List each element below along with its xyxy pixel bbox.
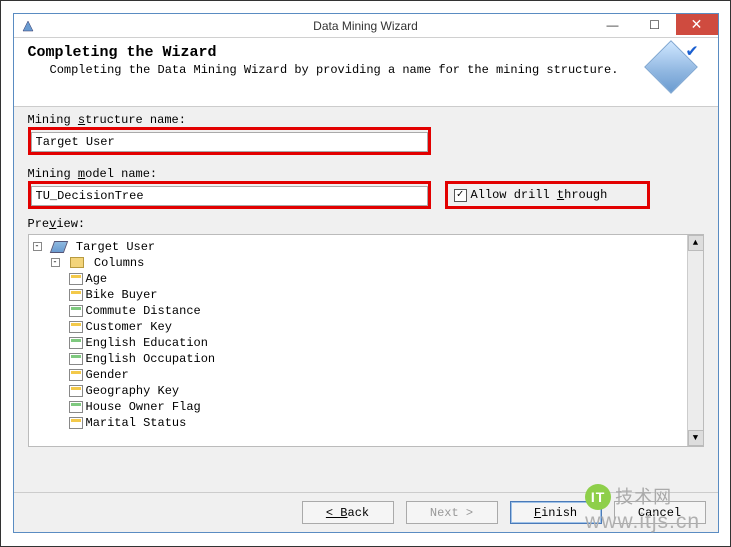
tree-column-item[interactable]: Gender (69, 367, 701, 383)
collapse-icon[interactable]: - (33, 242, 42, 251)
titlebar: Data Mining Wizard — ☐ ✕ (14, 14, 718, 38)
tree-column-item[interactable]: English Education (69, 335, 701, 351)
structure-name-label: Mining structure name: (28, 113, 704, 127)
column-icon (69, 305, 83, 317)
minimize-button[interactable]: — (592, 14, 634, 35)
preview-label: Preview: (28, 217, 704, 231)
tree-column-item[interactable]: Geography Key (69, 383, 701, 399)
wizard-window: Data Mining Wizard — ☐ ✕ Completing the … (13, 13, 719, 533)
tree-column-item[interactable]: English Occupation (69, 351, 701, 367)
model-name-input[interactable] (31, 186, 428, 206)
allow-drill-checkbox[interactable]: ✓ (454, 189, 467, 202)
vertical-scrollbar[interactable]: ▲ ▼ (687, 235, 703, 446)
model-name-highlight (28, 181, 431, 209)
tree-column-item[interactable]: Marital Status (69, 415, 701, 431)
maximize-button[interactable]: ☐ (634, 14, 676, 35)
columns-node-label: Columns (94, 256, 144, 270)
tree-column-item[interactable]: Bike Buyer (69, 287, 701, 303)
allow-drill-highlight: ✓ Allow drill through (445, 181, 651, 209)
next-button: Next > (406, 501, 498, 524)
checkmark-icon: ✔ (687, 40, 698, 62)
tree-column-item[interactable]: Age (69, 271, 701, 287)
content-area: Mining structure name: Mining model name… (14, 107, 718, 492)
finish-button[interactable]: Finish (510, 501, 602, 524)
window-title: Data Mining Wizard (313, 19, 418, 33)
column-label: Commute Distance (86, 304, 201, 318)
wizard-header: Completing the Wizard Completing the Dat… (14, 38, 718, 107)
column-label: Age (86, 272, 108, 286)
column-icon (69, 401, 83, 413)
column-icon (69, 337, 83, 349)
column-icon (69, 385, 83, 397)
column-icon (69, 353, 83, 365)
pickaxe-icon (50, 241, 68, 253)
column-icon (69, 417, 83, 429)
close-button[interactable]: ✕ (676, 14, 718, 35)
back-button[interactable]: < Back (302, 501, 394, 524)
tree-column-item[interactable]: House Owner Flag (69, 399, 701, 415)
page-title: Completing the Wizard (28, 44, 652, 61)
allow-drill-label: Allow drill through (471, 188, 608, 202)
app-icon (20, 18, 36, 34)
cancel-button[interactable]: Cancel (614, 501, 706, 524)
page-subtitle: Completing the Data Mining Wizard by pro… (50, 63, 652, 77)
folder-icon (70, 257, 84, 268)
column-label: English Occupation (86, 352, 216, 366)
column-label: Geography Key (86, 384, 180, 398)
column-label: House Owner Flag (86, 400, 201, 414)
column-icon (69, 289, 83, 301)
tree-column-item[interactable]: Commute Distance (69, 303, 701, 319)
column-label: Marital Status (86, 416, 187, 430)
tree-column-item[interactable]: Customer Key (69, 319, 701, 335)
structure-name-input[interactable] (31, 132, 428, 152)
scroll-up-icon[interactable]: ▲ (688, 235, 704, 251)
column-label: Bike Buyer (86, 288, 158, 302)
preview-tree[interactable]: - Target User - Columns Age Bike Buyer Com… (28, 234, 704, 447)
collapse-icon[interactable]: - (51, 258, 60, 267)
column-icon (69, 273, 83, 285)
model-name-label: Mining model name: (28, 167, 704, 181)
column-icon (69, 369, 83, 381)
tree-root-label: Target User (76, 240, 155, 254)
column-label: English Education (86, 336, 208, 350)
column-icon (69, 321, 83, 333)
structure-name-highlight (28, 127, 431, 155)
wizard-footer: < Back Next > Finish Cancel (14, 492, 718, 532)
scroll-down-icon[interactable]: ▼ (688, 430, 704, 446)
column-label: Gender (86, 368, 129, 382)
window-controls: — ☐ ✕ (592, 14, 718, 35)
column-label: Customer Key (86, 320, 172, 334)
